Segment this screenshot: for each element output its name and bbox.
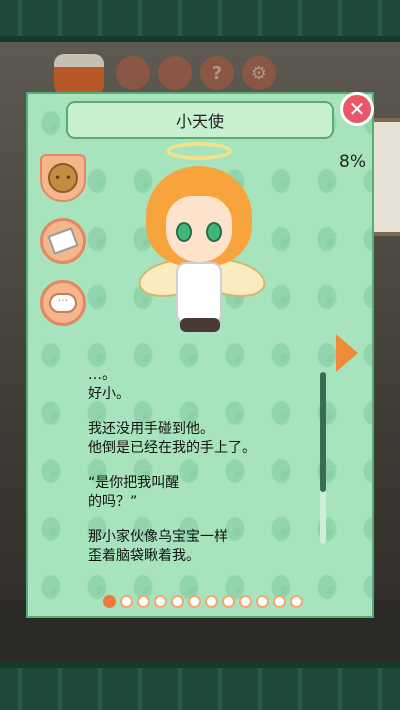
page-dot[interactable]	[256, 595, 269, 608]
story-line: 那小家伙像乌宝宝一样	[88, 529, 228, 545]
chat-bubble-icon: ···	[49, 293, 77, 313]
book-icon	[47, 227, 79, 255]
story-scrollbar[interactable]	[320, 372, 326, 544]
scrollbar-thumb[interactable]	[320, 372, 326, 492]
page-dot[interactable]	[171, 595, 184, 608]
page-dot[interactable]	[222, 595, 235, 608]
angel-right-eye	[206, 222, 222, 242]
progress-percent: 8%	[339, 152, 366, 172]
angel-feet	[180, 318, 220, 332]
story-gap	[88, 458, 314, 474]
page-dot[interactable]	[239, 595, 252, 608]
page-dot[interactable]	[103, 595, 116, 608]
story-line: 我还没用手碰到他。	[88, 421, 214, 437]
background-new-icon	[158, 56, 192, 90]
dialog-title: 小天使	[66, 101, 334, 139]
angel-body	[176, 262, 222, 324]
story-line: …。	[88, 367, 116, 383]
chat-button[interactable]: ···	[40, 280, 86, 326]
story-gap	[88, 404, 314, 420]
background-box-icon	[116, 56, 150, 90]
background-bottom-border	[0, 662, 400, 710]
halo-icon	[166, 142, 232, 160]
page-dot[interactable]	[137, 595, 150, 608]
story-line: “是你把我叫醒	[88, 475, 180, 491]
page-dot[interactable]	[273, 595, 286, 608]
page-dot[interactable]	[120, 595, 133, 608]
story-text[interactable]: …。 好小。 我还没用手碰到他。 他倒是已经在我的手上了。 “是你把我叫醒 的吗…	[88, 366, 314, 580]
page-dot[interactable]	[290, 595, 303, 608]
page-dot[interactable]	[188, 595, 201, 608]
background-top-border	[0, 0, 400, 42]
story-line: 的吗？”	[88, 494, 138, 510]
story-line: 好小。	[88, 386, 130, 402]
page-indicator	[103, 595, 303, 608]
story-gap	[88, 512, 314, 528]
next-page-arrow[interactable]	[336, 334, 358, 372]
background-help-icon: ?	[200, 56, 234, 90]
book-button[interactable]	[40, 218, 86, 264]
cookie-button[interactable]: • •	[40, 154, 86, 202]
close-button[interactable]: ✕	[340, 92, 374, 126]
angel-left-eye	[176, 222, 192, 242]
page-dot[interactable]	[154, 595, 167, 608]
background-toolbar: ? ⚙	[116, 56, 276, 90]
background-gear-icon: ⚙	[242, 56, 276, 90]
story-line: 歪着脑袋瞅着我。	[88, 548, 200, 564]
close-icon: ✕	[348, 97, 366, 121]
cookie-icon: • •	[48, 163, 78, 193]
page-dot[interactable]	[205, 595, 218, 608]
story-line: 他倒是已经在我的手上了。	[88, 440, 256, 456]
